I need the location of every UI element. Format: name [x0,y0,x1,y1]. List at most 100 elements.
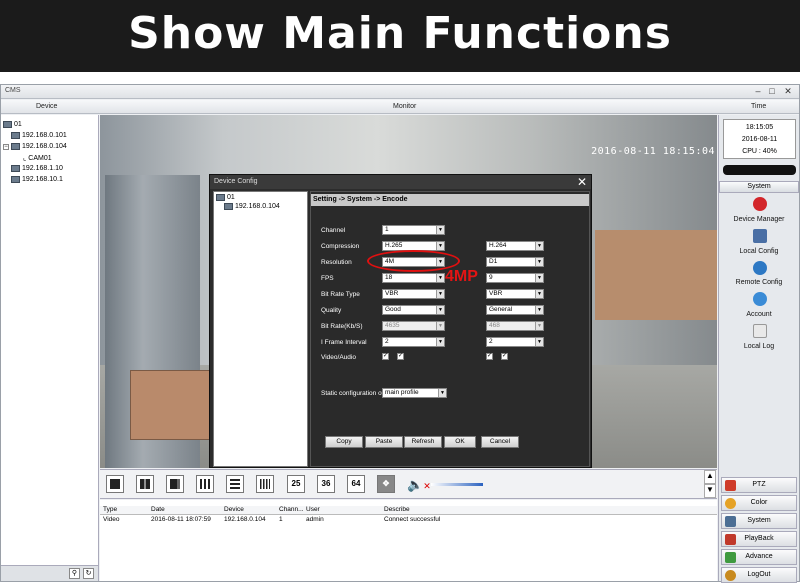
layout-9-button[interactable] [196,475,214,493]
fps-sub-select[interactable]: 9 ▼ [486,273,544,283]
cpu-bar [723,165,796,175]
quality-sub-select[interactable]: General ▼ [486,305,544,315]
chevron-down-icon: ▼ [436,322,444,330]
log-col-channel: Chann... [279,506,304,513]
volume-mute-icon[interactable]: 🔈✕ [407,477,431,493]
chevron-down-icon: ▼ [535,338,543,346]
local-log-icon[interactable] [753,324,767,338]
tab-color[interactable]: Color [721,495,797,511]
main-video-checkbox[interactable]: ✓ [382,353,389,360]
scroll-down-icon[interactable]: ▼ [704,484,716,498]
tab-ptz[interactable]: PTZ [721,477,797,493]
scroll-up-icon[interactable]: ▲ [704,470,716,484]
sub-audio-checkbox[interactable]: ✓ [501,353,508,360]
volume-slider[interactable] [431,483,483,486]
sub-video-checkbox[interactable]: ✓ [486,353,493,360]
tab-system[interactable]: System [721,513,797,529]
dialog-close-icon[interactable]: ✕ [577,175,587,189]
fps-main-select[interactable]: 18 ▼ [382,273,445,283]
layout-16-button[interactable] [256,475,274,493]
select-value: 9 [489,274,493,281]
cancel-button[interactable]: Cancel [481,436,519,448]
device-icon [11,143,20,150]
iframe-sub-select[interactable]: 2 ▼ [486,337,544,347]
resolution-label: Resolution [321,259,352,266]
remote-config-icon[interactable] [753,261,767,275]
tab-playback[interactable]: PlayBack [721,531,797,547]
select-value: main profile [385,389,419,396]
tree-camera[interactable]: ⌞ CAM01 [23,154,52,163]
local-log-label[interactable]: Local Log [719,343,799,350]
dialog-tree-root[interactable]: 01 [216,194,235,201]
tab-advance[interactable]: Advance [721,549,797,565]
layout-25-button[interactable]: 25 [287,475,305,493]
account-label[interactable]: Account [719,311,799,318]
main-audio-checkbox[interactable]: ✓ [397,353,404,360]
tab-logout[interactable]: LogOut [721,567,797,583]
fullscreen-button[interactable]: ✥ [377,475,395,493]
layout-8-button[interactable] [226,475,244,493]
device-icon [11,165,20,172]
log-col-type: Type [103,506,118,513]
clock-time: 18:15:05 [745,124,774,131]
layout-36-button[interactable]: 36 [317,475,335,493]
tree-root[interactable]: 01 [3,121,22,128]
system-icon [725,516,736,527]
static-config-select[interactable]: main profile ▼ [382,388,447,398]
maximize-icon[interactable]: □ [766,86,778,97]
layout-6-button[interactable] [166,475,184,493]
dialog-tree-device[interactable]: 192.168.0.104 [224,203,280,210]
select-value: 1 [385,226,389,233]
osd-timestamp: 2016-08-11 18:15:04 [591,146,715,157]
resolution-sub-select[interactable]: D1 ▼ [486,257,544,267]
close-icon[interactable]: ✕ [782,86,794,97]
layout-toolbar: 25 36 64 ✥ 🔈✕ ▲ ▼ [100,469,717,499]
table-row[interactable]: Video 2016-08-11 18:07:59 192.168.0.104 … [100,516,717,525]
bitrate-sub-field: 468 ▼ [486,321,544,331]
bitrate-type-main-select[interactable]: VBR ▼ [382,289,445,299]
local-config-label[interactable]: Local Config [719,248,799,255]
device-header: Device [36,103,58,110]
channel-select[interactable]: 1 ▼ [382,225,445,235]
tree-device[interactable]: 192.168.1.10 [11,165,63,172]
ok-button[interactable]: OK [444,436,476,448]
log-header: Type Date Device Chann... User Describe [100,506,717,515]
layout-4-button[interactable] [136,475,154,493]
quality-main-select[interactable]: Good ▼ [382,305,445,315]
tree-device[interactable]: − 192.168.0.104 [3,143,67,150]
refresh-icon[interactable]: ↻ [83,568,94,579]
tab-label: PTZ [752,481,766,488]
log-panel: Type Date Device Chann... User Describe … [100,500,717,581]
app-title: CMS [5,87,21,94]
minimize-icon[interactable]: – [752,86,764,97]
paste-button[interactable]: Paste [365,436,403,448]
clock-date: 2016-08-11 [741,136,778,143]
tree-device[interactable]: 192.168.10.1 [11,176,63,183]
tree-device[interactable]: 192.168.0.101 [11,132,67,139]
refresh-button[interactable]: Refresh [404,436,442,448]
tree-label: 192.168.0.104 [235,203,280,210]
collapse-icon[interactable]: − [3,143,9,150]
log-col-date: Date [151,506,165,513]
toolbar-scroll[interactable]: ▲ ▼ [704,470,716,498]
log-cell: Video [103,516,120,523]
remote-config-label[interactable]: Remote Config [719,279,799,286]
search-icon[interactable]: ⚲ [69,568,80,579]
layout-64-button[interactable]: 64 [347,475,365,493]
compression-sub-select[interactable]: H.264 ▼ [486,241,544,251]
chevron-down-icon: ▼ [535,290,543,298]
copy-button[interactable]: Copy [325,436,363,448]
device-manager-label[interactable]: Device Manager [719,216,799,223]
layout-1-button[interactable] [106,475,124,493]
account-icon[interactable] [753,292,767,306]
quality-label: Quality [321,307,342,314]
device-manager-icon[interactable] [753,197,767,211]
system-tab[interactable]: System [719,181,799,193]
bitrate-main-field: 4635 ▼ [382,321,445,331]
video-audio-label: Video/Audio [321,354,356,361]
iframe-interval-label: I Frame Interval [321,339,367,346]
local-config-icon[interactable] [753,229,767,243]
iframe-main-select[interactable]: 2 ▼ [382,337,445,347]
log-cell: admin [306,516,324,523]
bitrate-type-sub-select[interactable]: VBR ▼ [486,289,544,299]
